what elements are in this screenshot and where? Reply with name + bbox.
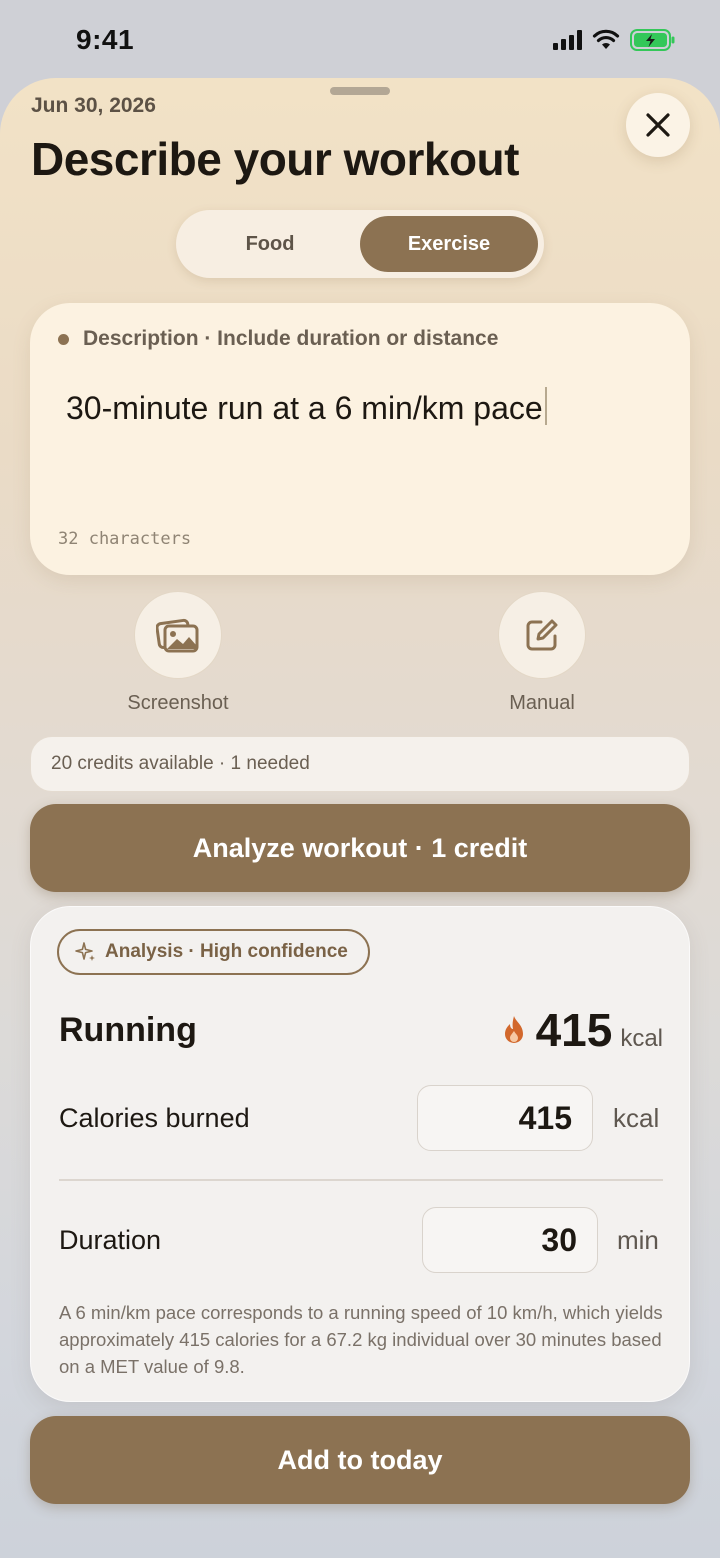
segment-food[interactable]: Food (182, 216, 358, 272)
confidence-text: Analysis · High confidence (105, 941, 348, 962)
description-card[interactable]: Description · Include duration or distan… (30, 303, 690, 575)
kcal-total: 415 (535, 1004, 613, 1056)
calories-input[interactable]: 415 (417, 1085, 593, 1151)
status-icons (553, 28, 676, 52)
analysis-explanation: A 6 min/km pace corresponds to a running… (59, 1302, 663, 1377)
description-label: Description · Include duration or distan… (83, 327, 499, 350)
activity-name: Running (59, 1011, 197, 1049)
text-caret (544, 387, 547, 425)
description-input[interactable]: 30-minute run at a 6 min/km pace (66, 387, 547, 427)
battery-icon (630, 28, 676, 52)
workout-sheet: Jun 30, 2026 Describe your workout Food … (0, 78, 720, 1558)
page-title: Describe your workout (31, 133, 519, 185)
manual-label: Manual (509, 692, 575, 714)
add-to-today-button[interactable]: Add to today (30, 1416, 690, 1504)
description-value: 30-minute run at a 6 min/km pace (66, 390, 543, 426)
entry-date: Jun 30, 2026 (31, 94, 156, 117)
manual-action[interactable]: Manual (482, 591, 602, 715)
segment-exercise[interactable]: Exercise (360, 216, 538, 272)
duration-label: Duration (59, 1225, 162, 1255)
signal-icon (553, 30, 582, 50)
close-button[interactable] (626, 93, 690, 157)
close-icon (646, 113, 670, 137)
credits-status: 20 credits available · 1 needed (30, 736, 690, 792)
status-bar: 9:41 (0, 0, 720, 80)
status-time: 9:41 (76, 24, 135, 55)
kcal-summary: 415 kcal (502, 1003, 663, 1057)
screenshot-button[interactable] (134, 591, 222, 679)
sparkle-icon (75, 942, 95, 961)
screenshot-label: Screenshot (127, 692, 229, 714)
description-dot (58, 334, 69, 345)
calories-label: Calories burned (59, 1103, 250, 1133)
wifi-icon (592, 29, 620, 51)
image-icon (156, 618, 199, 653)
analysis-result-card: Analysis · High confidence Running 415 k… (30, 906, 690, 1402)
calories-unit: kcal (613, 1103, 660, 1133)
character-count: 32 characters (58, 529, 192, 549)
manual-button[interactable] (498, 591, 586, 679)
analyze-workout-button[interactable]: Analyze workout · 1 credit (30, 804, 690, 892)
confidence-badge: Analysis · High confidence (57, 929, 370, 975)
mode-segmented-control: Food Exercise (176, 210, 544, 278)
sheet-grabber[interactable] (330, 87, 390, 95)
screenshot-action[interactable]: Screenshot (118, 591, 238, 715)
duration-unit: min (617, 1225, 659, 1255)
row-divider (59, 1179, 663, 1181)
duration-input[interactable]: 30 (422, 1207, 598, 1273)
flame-icon (504, 1016, 523, 1043)
edit-icon (526, 619, 558, 651)
kcal-total-unit: kcal (620, 1025, 663, 1052)
